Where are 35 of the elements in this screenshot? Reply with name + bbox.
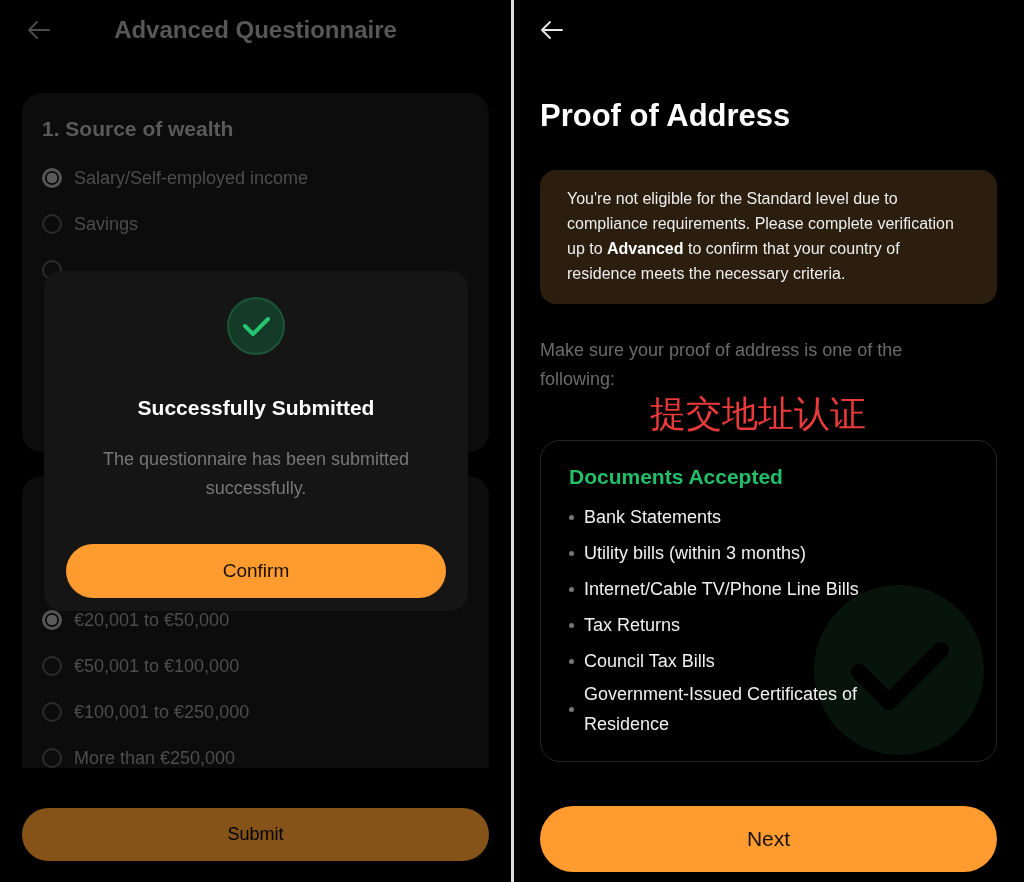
document-item: Utility bills (within 3 months) (584, 542, 808, 565)
instructions-text: Make sure your proof of address is one of the following: (540, 339, 904, 391)
card-title: Documents Accepted (569, 465, 784, 489)
confirm-button[interactable]: Confirm (66, 544, 446, 598)
option-label: €100,001 to €250,000 (74, 701, 250, 723)
document-item: Government-Issued Certificates of Residence (584, 683, 859, 736)
bullet-icon (569, 658, 574, 664)
dialog-message: The questionnaire has been submitted successfully. (101, 448, 411, 500)
option-label: Savings (74, 213, 139, 235)
option-label: €50,001 to €100,000 (74, 655, 240, 677)
next-button[interactable]: Next (540, 806, 997, 872)
radio-button[interactable] (42, 656, 62, 676)
annotation-text: 提交地址认证 (650, 394, 866, 434)
dialog-title: Successfully Submitted (137, 396, 375, 420)
question-title: 1. Source of wealth (42, 117, 235, 141)
radio-button[interactable] (42, 702, 62, 722)
radio-button[interactable] (42, 748, 62, 768)
option-label: €20,001 to €50,000 (74, 609, 230, 631)
radio-button[interactable] (42, 168, 62, 188)
check-icon (226, 296, 286, 356)
radio-button[interactable] (42, 214, 62, 234)
bullet-icon (569, 586, 574, 592)
option-label: Salary/Self-employed income (74, 167, 309, 189)
notice-text: You're not eligible for the Standard level due to compliance requirements. Please complete verification up to Advanced to confirm that your country of residence meets the necessary criteria. (540, 170, 997, 304)
page-title: Proof of Address (540, 97, 792, 135)
document-item: Internet/Cable TV/Phone Line Bills (584, 578, 860, 601)
document-item: Tax Returns (584, 614, 682, 637)
bullet-icon (569, 550, 574, 556)
document-item: Council Tax Bills (584, 650, 716, 673)
bullet-icon (569, 622, 574, 628)
screen-title: Advanced Questionnaire (113, 16, 398, 44)
bullet-icon (569, 706, 574, 712)
option-label: More than €250,000 (74, 747, 236, 768)
document-item: Bank Statements (584, 506, 723, 529)
bullet-icon (569, 514, 574, 520)
